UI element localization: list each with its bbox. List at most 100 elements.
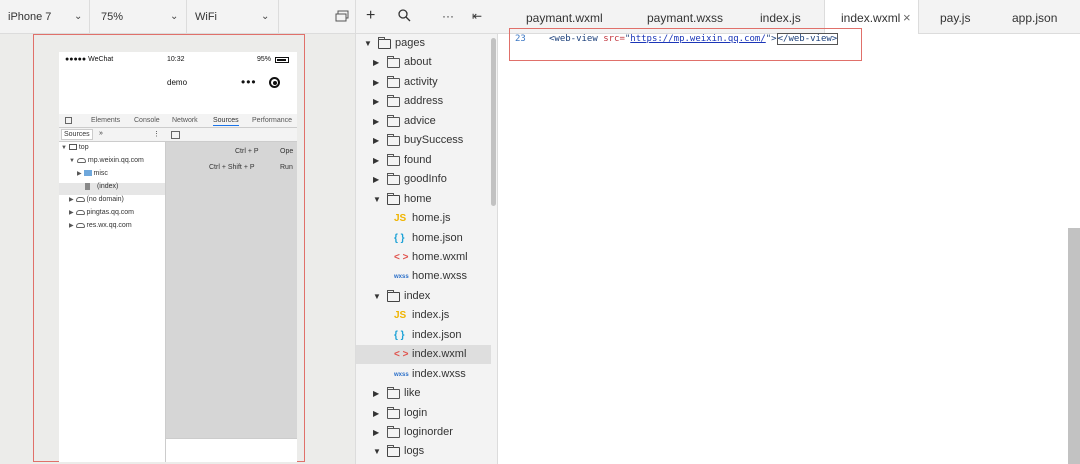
devtools-tab-performance[interactable]: Performance	[252, 117, 292, 124]
collapsed-arrow-icon: ▶	[373, 408, 380, 418]
devtools-tab-sources[interactable]: Sources	[213, 117, 239, 126]
file-tree-label: about	[404, 56, 432, 69]
file-tree-item[interactable]: ▶ address	[356, 92, 491, 111]
tree-item-folder[interactable]: ▶ misc	[77, 170, 108, 182]
sources-empty-state: Ctrl + P Ope Ctrl + Shift + P Run	[166, 142, 297, 438]
folder-icon	[387, 75, 400, 88]
file-tree-label: index.wxml	[412, 348, 467, 361]
file-tree-item[interactable]: ▶ buySuccess	[356, 131, 491, 150]
sources-navigator-header: Sources » ⋮	[59, 128, 166, 142]
devtools-tab-elements[interactable]: Elements	[91, 117, 120, 124]
device-select[interactable]: iPhone 7 ⌄	[0, 0, 90, 34]
more-icon[interactable]: •••	[241, 75, 257, 89]
add-file-icon[interactable]: +	[366, 7, 375, 25]
folder-icon	[387, 387, 400, 400]
zoom-select-value: 75%	[101, 11, 124, 23]
file-tree-label: advice	[404, 114, 436, 127]
folder-icon	[387, 406, 400, 419]
tab-app-json[interactable]: app.json	[1012, 0, 1057, 34]
file-tree-item[interactable]: { } home.json	[356, 229, 491, 248]
more-icon[interactable]: ···	[442, 9, 454, 23]
file-tree-item[interactable]: ▶ login	[356, 404, 491, 423]
kebab-menu-icon[interactable]: ⋮	[153, 130, 160, 138]
sources-subtab[interactable]: Sources	[61, 129, 93, 140]
file-tree-item[interactable]: ▶ activity	[356, 73, 491, 92]
toggle-navigator-icon[interactable]	[171, 131, 180, 139]
devtools-tabbar: Elements Console Network Sources Perform…	[59, 114, 297, 128]
line-number: 23	[515, 34, 526, 44]
more-tabs-icon[interactable]: »	[99, 130, 103, 137]
tree-item-domain[interactable]: ▶ res.wx.qq.com	[69, 222, 132, 234]
file-tree-item[interactable]: ▶ like	[356, 384, 491, 403]
file-tree-item[interactable]: ▶ goodInfo	[356, 170, 491, 189]
shortcut-action: Ope	[280, 148, 294, 155]
shortcut-keys: Ctrl + P	[235, 148, 259, 155]
code-close-tag: </web-view>	[776, 33, 839, 45]
search-icon[interactable]	[398, 9, 411, 25]
code-editor[interactable]: 23 <web-view src="https://mp.weixin.qq.c…	[498, 28, 1080, 464]
collapsed-triangle-icon: ▶	[69, 210, 74, 216]
file-tree-item[interactable]: ▼ logs	[356, 442, 491, 461]
tab-pay-js[interactable]: pay.js	[940, 0, 970, 34]
collapsed-arrow-icon: ▶	[373, 389, 380, 399]
devtools-tab-console[interactable]: Console	[134, 117, 160, 124]
file-tree-item[interactable]: ▶ found	[356, 151, 491, 170]
file-tree-item[interactable]: wxss index.wxss	[356, 365, 491, 384]
file-tree-item[interactable]: { } index.json	[356, 326, 491, 345]
chevron-down-icon: ⌄	[170, 11, 179, 22]
collapsed-arrow-icon: ▶	[373, 116, 380, 126]
code-url-link[interactable]: https://mp.weixin.qq.com/	[630, 34, 765, 44]
collapsed-arrow-icon: ▶	[373, 155, 380, 165]
code-line[interactable]: <web-view src="https://mp.weixin.qq.com/…	[549, 33, 839, 45]
close-icon[interactable]: ×	[903, 0, 911, 36]
wxss-file-icon: wxss	[394, 274, 409, 281]
file-tree-item[interactable]: ▶ about	[356, 53, 491, 72]
phone-screen: ●●●●● WeChat 10:32 95% demo ••• Elements…	[59, 52, 297, 462]
inspect-icon[interactable]	[65, 117, 72, 124]
file-tree-item[interactable]: ▶ advice	[356, 112, 491, 131]
file-tree-item[interactable]: ▶ loginorder	[356, 423, 491, 442]
collapsed-arrow-icon: ▶	[373, 428, 380, 437]
file-tree-label: index.js	[412, 309, 450, 322]
shortcut-keys: Ctrl + Shift + P	[209, 164, 255, 171]
file-tree-item[interactable]: wxss home.wxss	[356, 267, 491, 286]
folder-icon	[387, 95, 400, 108]
file-tree-item[interactable]: ▼ home	[356, 190, 491, 209]
tree-item-domain[interactable]: ▼ mp.weixin.qq.com	[69, 157, 144, 169]
wxml-file-icon: < >	[394, 349, 409, 361]
tree-item-top[interactable]: ▼ top	[61, 144, 89, 156]
file-tree-label: logs	[404, 445, 425, 458]
sources-bottom-bar	[166, 438, 297, 462]
shortcut-action: Run	[280, 164, 293, 171]
tree-item-domain[interactable]: ▶ (no domain)	[69, 196, 124, 208]
clock-label: 10:32	[167, 56, 185, 63]
tree-item-file[interactable]: (index)	[59, 183, 165, 195]
js-file-icon: JS	[394, 213, 407, 225]
tree-item-label: (index)	[96, 183, 119, 191]
tree-item-domain[interactable]: ▶ pingtas.qq.com	[69, 209, 134, 221]
file-tree-label: login	[404, 406, 428, 419]
file-tree-item[interactable]: ▼ pages	[356, 34, 491, 53]
file-tree-label: pages	[395, 37, 425, 49]
network-select[interactable]: WiFi ⌄	[187, 0, 279, 34]
zoom-select[interactable]: 75% ⌄	[90, 0, 187, 34]
file-tree-item[interactable]: ▼ index	[356, 287, 491, 306]
file-tree-label: index	[404, 289, 431, 302]
collapse-panel-icon[interactable]: ⇤	[472, 9, 482, 23]
device-select-value: iPhone 7	[8, 11, 52, 23]
file-tree-item[interactable]: < > home.wxml	[356, 248, 491, 267]
close-capsule-icon[interactable]	[269, 77, 280, 88]
battery-icon	[275, 57, 289, 63]
wxss-file-icon: wxss	[394, 371, 409, 378]
folder-icon	[387, 134, 400, 147]
file-tree-item[interactable]: JS index.js	[356, 306, 491, 325]
editor-scrollbar[interactable]	[1068, 228, 1080, 464]
popout-window-icon[interactable]	[335, 10, 349, 22]
cloud-icon	[75, 222, 85, 228]
sources-editor-header	[166, 128, 297, 142]
devtools-tab-network[interactable]: Network	[172, 117, 198, 124]
file-tree-item[interactable]: JS home.js	[356, 209, 491, 228]
chevron-down-icon: ⌄	[74, 11, 83, 22]
file-tree-item[interactable]: < > index.wxml	[356, 345, 491, 365]
explorer-scrollbar[interactable]	[491, 38, 496, 206]
